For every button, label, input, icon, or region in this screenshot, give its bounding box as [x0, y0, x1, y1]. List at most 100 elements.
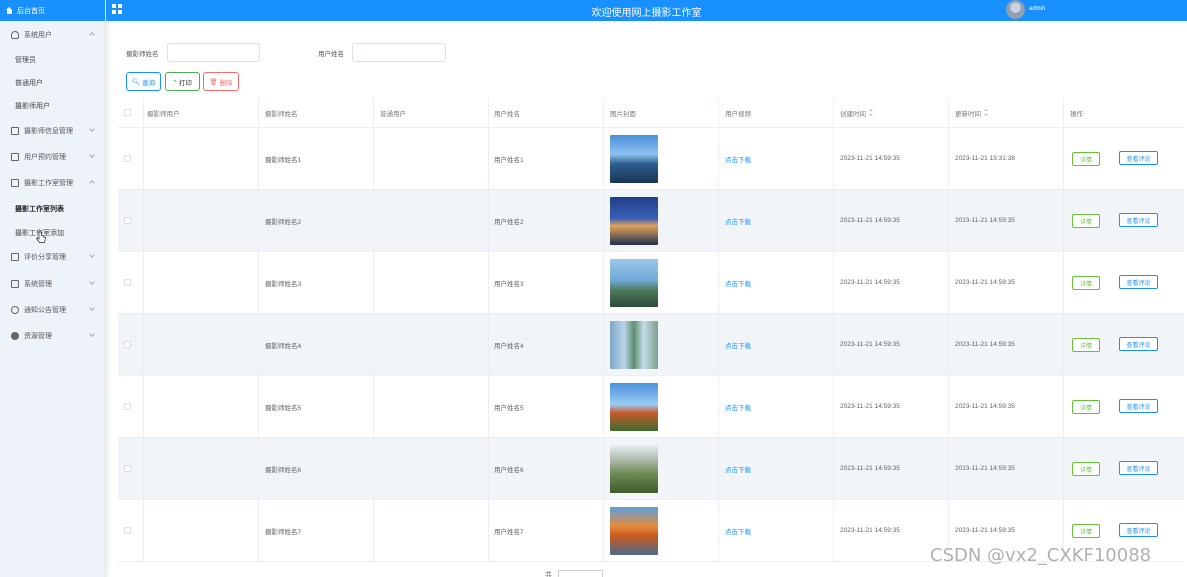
menu-review[interactable]: 评价分享管理 [0, 244, 106, 270]
row-checkbox[interactable] [124, 217, 131, 224]
view-comments-button[interactable]: 查看评论 [1119, 151, 1158, 165]
menu-system-users[interactable]: 系统用户 [0, 22, 106, 48]
user-name-input[interactable] [352, 43, 446, 62]
view-comments-button[interactable]: 查看评论 [1119, 275, 1158, 289]
table-row[interactable]: 摄影师姓名3 用户姓名3 点击下载 2023-11-21 14:59:35 2023-1… [118, 252, 1184, 314]
download-link[interactable]: 点击下载 [725, 464, 751, 474]
row-checkbox[interactable] [124, 341, 131, 348]
user-name[interactable]: admin [1029, 6, 1045, 12]
header-label: 普通用户 [380, 110, 406, 118]
edit-icon [11, 179, 19, 187]
user-icon [11, 31, 19, 39]
row-cell [604, 128, 719, 189]
sub-label: 摄影工作室列表 [15, 205, 64, 213]
download-link[interactable]: 点击下载 [725, 526, 751, 536]
detail-button[interactable]: 详情 [1072, 152, 1100, 166]
sub-photographer-user[interactable]: 摄影师用户 [0, 94, 106, 117]
row-cell [118, 438, 144, 499]
view-comments-button[interactable]: 查看评论 [1119, 337, 1158, 351]
avatar[interactable] [1006, 0, 1025, 19]
header-cell [118, 98, 144, 127]
sub-studio-add[interactable]: 摄影工作室添加 [0, 221, 106, 244]
row-cell: 2023-11-21 14:59:35 [949, 376, 1064, 437]
detail-button[interactable]: 详情 [1072, 462, 1100, 476]
download-link[interactable]: 点击下载 [725, 154, 751, 164]
updated-time: 2023-11-21 14:59:35 [955, 341, 1015, 348]
detail-button[interactable]: 详情 [1072, 524, 1100, 538]
download-link[interactable]: 点击下载 [725, 216, 751, 226]
monitor-icon [11, 280, 19, 288]
table-row[interactable]: 摄影师姓名2 用户姓名2 点击下载 2023-11-21 14:59:35 2023-1… [118, 190, 1184, 252]
menu-label: 资源管理 [24, 333, 52, 340]
photographer-name: 摄影师姓名1 [265, 156, 302, 164]
view-comments-button[interactable]: 查看评论 [1119, 523, 1158, 537]
row-cell: 点击下载 [719, 128, 834, 189]
detail-button[interactable]: 详情 [1072, 276, 1100, 290]
download-link[interactable]: 点击下载 [725, 340, 751, 350]
row-cell: 点击下载 [719, 376, 834, 437]
row-cell: 摄影师姓名4 [259, 314, 374, 375]
header-cell-sortable[interactable]: 创建时间 [834, 98, 949, 127]
user-name: 用户姓名4 [494, 342, 524, 350]
sub-admin[interactable]: 管理员 [0, 48, 106, 71]
select-all-checkbox[interactable] [124, 109, 131, 116]
row-checkbox[interactable] [124, 155, 131, 162]
sub-normal-user[interactable]: 普通用户 [0, 71, 106, 94]
photographer-name-label: 摄影师姓名 [126, 51, 159, 58]
photographer-name: 摄影师姓名7 [265, 528, 302, 536]
photographer-name-input[interactable] [167, 43, 260, 62]
header-label: 用户姓名 [494, 110, 520, 118]
download-link[interactable]: 点击下载 [725, 402, 751, 412]
sort-icon[interactable] [984, 109, 988, 116]
photographer-name: 摄影师姓名5 [265, 404, 302, 412]
row-cell [144, 128, 259, 189]
row-cell: 2023-11-21 14:59:35 [834, 128, 949, 189]
view-comments-button[interactable]: 查看评论 [1119, 461, 1158, 475]
table-row[interactable]: 摄影师姓名6 用户姓名6 点击下载 2023-11-21 14:59:35 2023-1… [118, 438, 1184, 500]
row-cell [374, 438, 489, 499]
app-root: 后台首页 系统用户 管理员 普通用户 摄影师用户 摄影师信息管理 用户预约管理 … [0, 0, 1187, 577]
print-button[interactable]: + 打印 [165, 72, 200, 91]
view-comments-button[interactable]: 查看评论 [1119, 213, 1158, 227]
sub-studio-list[interactable]: 摄影工作室列表 [0, 197, 106, 220]
row-cell [144, 438, 259, 499]
menu-label: 用户预约管理 [24, 154, 66, 161]
chevron-down-icon [89, 152, 95, 158]
row-cell [144, 190, 259, 251]
menu-booking[interactable]: 用户预约管理 [0, 144, 106, 170]
header-cell-sortable[interactable]: 更新时间 [949, 98, 1064, 127]
sort-icon[interactable] [869, 109, 873, 116]
download-link[interactable]: 点击下载 [725, 278, 751, 288]
row-checkbox[interactable] [124, 465, 131, 472]
menu-photographer-info[interactable]: 摄影师信息管理 [0, 118, 106, 144]
table-row[interactable]: 摄影师姓名1 用户姓名1 点击下载 2023-11-21 14:59:35 2023-1… [118, 128, 1184, 190]
cover-image [610, 382, 658, 431]
hand-cursor-icon [36, 231, 46, 243]
sidebar-home[interactable]: 后台首页 [0, 0, 105, 21]
table-row[interactable]: 摄影师姓名5 用户姓名5 点击下载 2023-11-21 14:59:35 2023-1… [118, 376, 1184, 438]
row-checkbox[interactable] [124, 279, 131, 286]
detail-button[interactable]: 详情 [1072, 214, 1100, 228]
sidebar-home-label: 后台首页 [17, 7, 45, 15]
delete-button[interactable]: 🗑︎ 删除 [203, 72, 239, 91]
detail-button[interactable]: 详情 [1072, 338, 1100, 352]
updated-time: 2023-11-21 14:59:35 [955, 217, 1015, 224]
created-time: 2023-11-21 14:59:35 [840, 527, 900, 534]
row-checkbox[interactable] [124, 403, 131, 410]
view-comments-button[interactable]: 查看评论 [1119, 399, 1158, 413]
sub-label: 摄影师用户 [15, 102, 50, 110]
menu-studio[interactable]: 摄影工作室管理 [0, 170, 106, 196]
detail-button[interactable]: 详情 [1072, 400, 1100, 414]
row-cell [374, 500, 489, 561]
table-row[interactable]: 摄影师姓名4 用户姓名4 点击下载 2023-11-21 14:59:35 2023-1… [118, 314, 1184, 376]
sub-label: 普通用户 [15, 79, 43, 87]
page-size-select[interactable] [558, 570, 603, 577]
header-cell: 普通用户 [374, 98, 489, 127]
query-button[interactable]: 🔍︎ 查询 [126, 72, 161, 91]
user-name: 用户姓名2 [494, 218, 524, 226]
menu-notice[interactable]: 通知公告管理 [0, 297, 106, 323]
menu-system[interactable]: 系统管理 [0, 271, 106, 297]
menu-resource[interactable]: 资源管理 [0, 323, 106, 349]
row-checkbox[interactable] [124, 527, 131, 534]
cover-image [610, 320, 658, 369]
